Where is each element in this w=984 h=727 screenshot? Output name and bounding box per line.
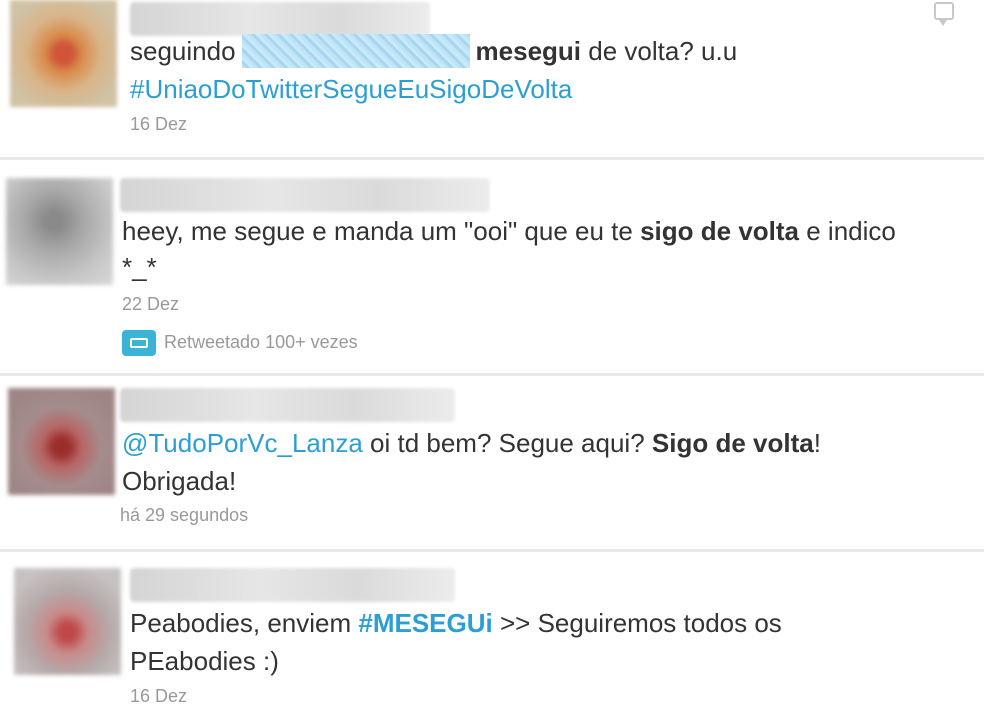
tweet-text-part: ! [813,428,821,458]
username-redacted [120,178,490,212]
tweet-timestamp[interactable]: há 29 segundos [120,505,248,526]
tweet-timestamp[interactable]: 16 Dez [130,686,187,707]
tweet-hashtag[interactable]: #UniaoDoTwitterSegueEuSigoDeVolta [130,70,572,108]
divider [0,157,984,160]
tweet-bold-text: sigo de volta [640,216,800,246]
avatar[interactable] [10,0,117,107]
redacted-username [241,34,470,68]
divider [0,373,984,376]
tweet-text-part: e indico [799,216,896,246]
tweet-text: @TudoPorVc_Lanza oi td bem? Segue aqui? … [122,424,821,462]
tweet-timestamp[interactable]: 16 Dez [130,114,187,135]
tweet-text-part: de volta? u.u [581,36,738,66]
tweet-timestamp[interactable]: 22 Dez [122,294,179,315]
tweet-4[interactable]: Peabodies, enviem #MESEGUi >> Seguiremos… [0,562,984,727]
tweet-2[interactable]: heey, me segue e manda um "ooi" que eu t… [0,170,984,370]
divider [0,549,984,552]
tweet-text-part: oi td bem? Segue aqui? [362,428,652,458]
avatar[interactable] [14,568,121,675]
tweet-text: Peabodies, enviem #MESEGUi >> Seguiremos… [130,604,782,642]
username-redacted [130,568,455,602]
tweet-text-part: >> Seguiremos todos os [492,608,782,638]
tweet-text-line2: Obrigada! [122,466,237,496]
hashtag-link[interactable]: #MESEGUi [358,608,492,638]
tweet-bold-text: Sigo de volta [651,428,814,458]
tweet-text-part: Peabodies, enviem [130,608,359,638]
tweet-feed: seguindo mesegui de volta? u.u #UniaoDoTw… [0,0,984,727]
tweet-text: heey, me segue e manda um "ooi" que eu t… [122,212,896,250]
tweet-text-part: heey, me segue e manda um "ooi" que eu t… [122,216,641,246]
username-redacted [120,388,455,422]
tweet-1[interactable]: seguindo mesegui de volta? u.u #UniaoDoTw… [0,0,984,155]
retweet-icon [122,330,156,356]
tweet-text-line2: *_* [122,252,157,282]
mention-link[interactable]: @TudoPorVc_Lanza [122,428,363,458]
tweet-bold-text: mesegui [475,36,582,66]
hashtag-link[interactable]: #UniaoDoTwitterSegueEuSigoDeVolta [130,74,572,104]
tweet-text-line2: PEabodies :) [130,646,279,676]
tweet-3[interactable]: @TudoPorVc_Lanza oi td bem? Segue aqui? … [0,384,984,544]
chat-bubble-icon[interactable] [934,2,954,26]
retweet-count-label[interactable]: Retweetado 100+ vezes [164,332,358,353]
tweet-text-part: seguindo [130,36,236,66]
tweet-text: seguindo mesegui de volta? u.u [130,32,737,70]
username-redacted [130,2,430,36]
avatar[interactable] [8,388,115,495]
avatar[interactable] [6,178,113,285]
